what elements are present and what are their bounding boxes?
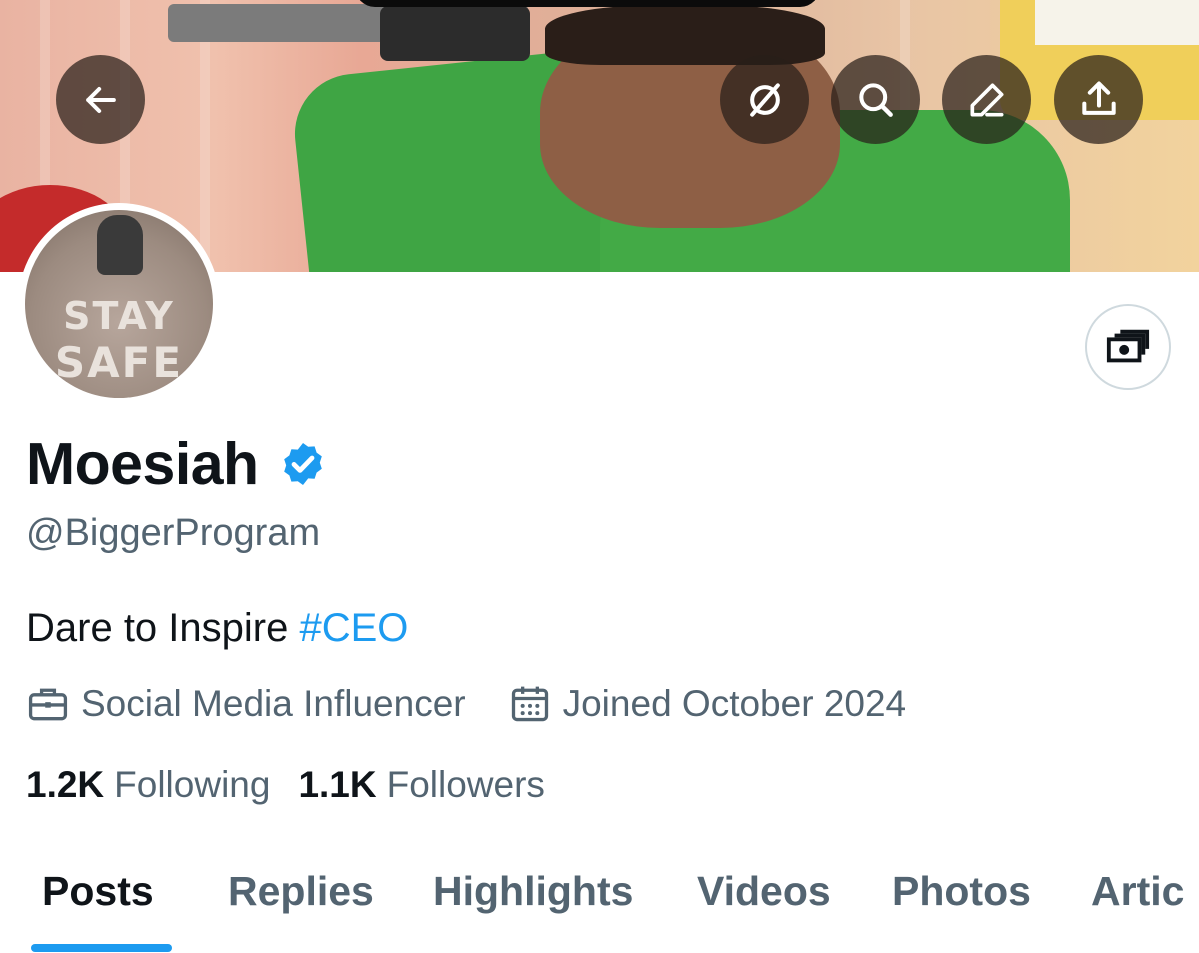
arrow-left-icon: [85, 86, 116, 113]
money-icon: [1106, 329, 1150, 363]
grok-icon: [749, 82, 780, 117]
active-tab-indicator: [31, 944, 172, 952]
pencil-icon: [970, 83, 1003, 116]
bio-text: Dare to Inspire: [26, 606, 300, 650]
profile-tabs: Posts Replies Highlights Videos Photos A…: [0, 860, 1199, 953]
following-count: 1.2K: [26, 764, 105, 805]
following-label: Following: [114, 764, 271, 805]
grok-button[interactable]: [720, 55, 809, 144]
tab-photos[interactable]: Photos: [892, 868, 1031, 915]
bio: Dare to Inspire #CEO: [26, 606, 408, 651]
briefcase-icon: [28, 688, 68, 721]
followers-link[interactable]: 1.1K Followers: [298, 764, 544, 806]
tab-posts[interactable]: Posts: [42, 868, 154, 915]
category-label: Social Media Influencer: [81, 683, 466, 724]
bio-hashtag-link[interactable]: #CEO: [299, 606, 408, 650]
search-icon: [858, 82, 893, 117]
avatar-text-safe: SAFE: [54, 338, 184, 387]
display-name: Moesiah: [26, 431, 259, 497]
name-row: Moesiah: [26, 430, 327, 498]
followers-count: 1.1K: [298, 764, 377, 805]
share-button[interactable]: [1054, 55, 1143, 144]
verified-badge-icon[interactable]: [279, 440, 327, 488]
calendar-icon: [511, 686, 548, 722]
tab-replies[interactable]: Replies: [228, 868, 374, 915]
avatar[interactable]: STAY SAFE: [18, 203, 220, 405]
tips-button[interactable]: [1085, 304, 1171, 390]
share-icon: [1081, 80, 1116, 115]
avatar-text-stay: STAY: [63, 294, 175, 338]
edit-button[interactable]: [942, 55, 1031, 144]
profile-meta: Social Media Influencer Joined October 2…: [26, 682, 906, 726]
username-handle: @BiggerProgram: [26, 512, 321, 554]
category-item: Social Media Influencer: [26, 682, 466, 726]
followers-label: Followers: [386, 764, 545, 805]
search-button[interactable]: [831, 55, 920, 144]
following-link[interactable]: 1.2K Following: [26, 764, 270, 806]
joined-label: Joined October 2024: [562, 683, 907, 724]
joined-item: Joined October 2024: [508, 682, 907, 726]
back-button[interactable]: [56, 55, 145, 144]
tab-videos[interactable]: Videos: [697, 868, 831, 915]
tab-articles[interactable]: Artic: [1091, 868, 1184, 915]
avatar-image: STAY SAFE: [25, 210, 213, 398]
tab-highlights[interactable]: Highlights: [433, 868, 633, 915]
follow-stats: 1.2K Following 1.1K Followers: [26, 764, 545, 806]
